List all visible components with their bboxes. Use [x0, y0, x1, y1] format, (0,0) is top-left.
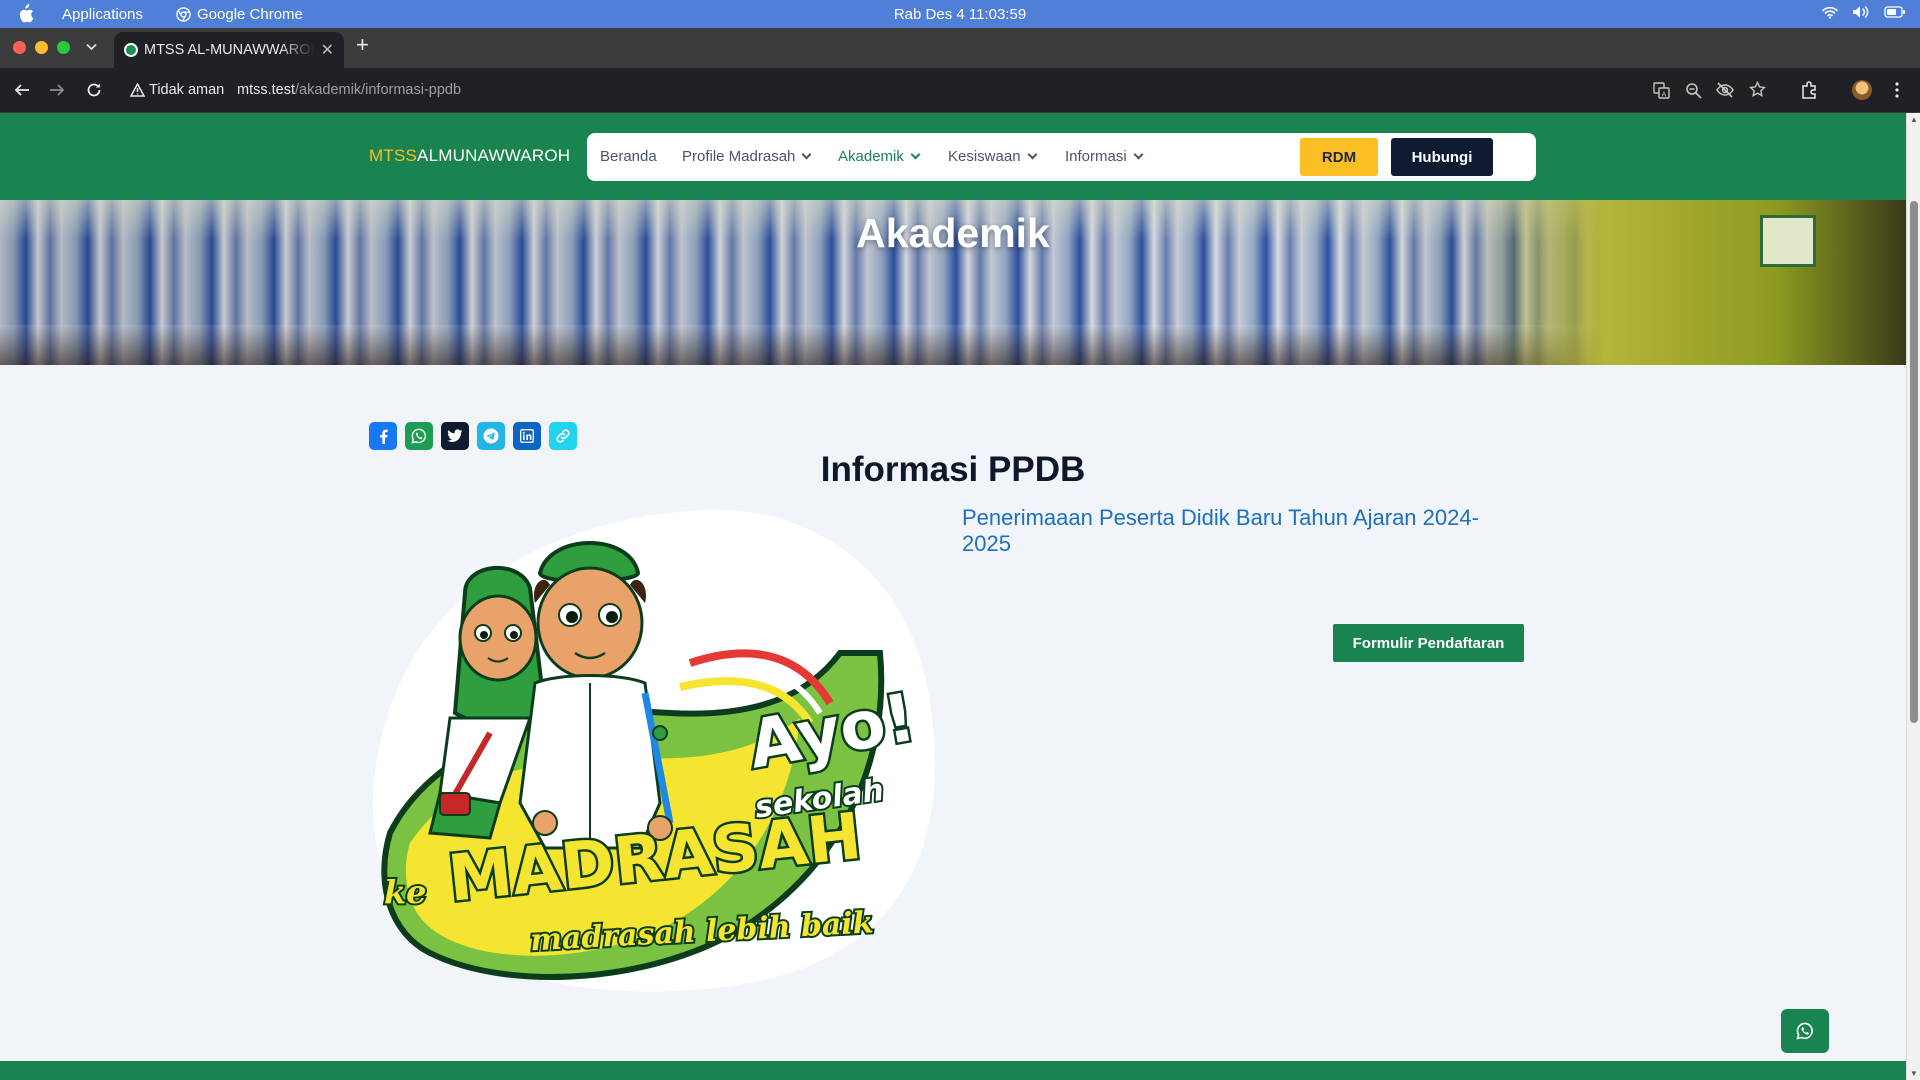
nav-item-beranda[interactable]: Beranda: [600, 148, 657, 165]
reload-icon[interactable]: [86, 82, 102, 98]
twitter-icon: [447, 429, 463, 442]
window-zoom-button[interactable]: [57, 41, 70, 54]
share-telegram-button[interactable]: [477, 422, 505, 450]
brand-part1: MTSS: [369, 146, 418, 165]
menu-google-chrome-label: Google Chrome: [197, 6, 303, 23]
bookmark-star-icon[interactable]: [1749, 81, 1766, 98]
hero-title: Akademik: [856, 210, 1050, 256]
ppdb-subtitle: Penerimaaan Peserta Didik Baru Tahun Aja…: [962, 505, 1479, 556]
linkedin-icon: [520, 429, 534, 443]
volume-icon[interactable]: [1852, 5, 1870, 19]
web-page: MTSSALMUNAWWAROH Beranda Profile Madrasa…: [0, 113, 1906, 1080]
nav-label: Akademik: [838, 148, 904, 165]
chrome-icon: [176, 7, 191, 22]
wifi-icon[interactable]: [1822, 6, 1838, 19]
share-twitter-button[interactable]: [441, 422, 469, 450]
url-path: /akademik/informasi-ppdb: [295, 82, 462, 98]
menu-google-chrome[interactable]: Google Chrome: [176, 6, 303, 23]
nav-label: Informasi: [1065, 148, 1127, 165]
url-host: mtss.test: [237, 82, 296, 98]
nav-label: Beranda: [600, 148, 657, 165]
site-navbar: MTSSALMUNAWWAROH Beranda Profile Madrasa…: [0, 113, 1906, 200]
link-icon: [556, 429, 570, 443]
formulir-pendaftaran-button[interactable]: Formulir Pendaftaran: [1333, 624, 1524, 662]
translate-icon[interactable]: A: [1653, 82, 1670, 99]
warning-icon: [130, 83, 145, 97]
browser-tabstrip: MTSS AL-MUNAWWAROH ✕ +: [0, 28, 1920, 68]
new-tab-button[interactable]: +: [356, 32, 369, 58]
rdm-button[interactable]: RDM: [1300, 138, 1378, 176]
extensions-icon[interactable]: [1800, 81, 1818, 99]
ppdb-illustration: Ayo! sekolah ke MADRASAH madrasah lebih …: [372, 509, 935, 992]
whatsapp-icon: [1796, 1022, 1813, 1040]
scrollbar-thumb[interactable]: [1910, 201, 1918, 723]
chevron-down-icon: [910, 149, 921, 160]
footer-bar: [0, 1061, 1906, 1080]
share-link-button[interactable]: [549, 422, 577, 450]
eye-off-icon[interactable]: [1716, 82, 1734, 98]
apple-icon[interactable]: [16, 4, 34, 24]
chevron-down-icon: [801, 149, 812, 160]
url-text[interactable]: mtss.test/akademik/informasi-ppdb: [237, 82, 461, 98]
brand-part2: ALMUNAWWAROH: [417, 146, 571, 165]
back-icon[interactable]: [14, 82, 30, 98]
security-label: Tidak aman: [149, 82, 225, 98]
browser-toolbar: Tidak aman mtss.test/akademik/informasi-…: [0, 68, 1920, 113]
security-indicator[interactable]: Tidak aman: [130, 82, 224, 98]
tab-search-icon[interactable]: [86, 43, 97, 51]
address-bar[interactable]: Tidak aman mtss.test/akademik/informasi-…: [122, 75, 1642, 106]
chevron-down-icon: [1133, 149, 1144, 160]
floating-whatsapp-button[interactable]: [1781, 1009, 1829, 1053]
menu-applications[interactable]: Applications: [62, 6, 143, 23]
share-whatsapp-button[interactable]: [405, 422, 433, 450]
os-menubar: Applications Google Chrome Rab Des 4 11:…: [0, 0, 1920, 28]
profile-avatar[interactable]: [1852, 80, 1872, 100]
nav-item-informasi[interactable]: Informasi: [1065, 148, 1144, 165]
hero-banner: Akademik: [0, 200, 1906, 365]
site-favicon-icon: [124, 43, 138, 57]
tab-close-icon[interactable]: ✕: [321, 40, 334, 60]
tab-title: MTSS AL-MUNAWWAROH: [144, 42, 314, 58]
illus-text-ke: ke: [384, 873, 427, 911]
site-brand[interactable]: MTSSALMUNAWWAROH: [369, 146, 570, 166]
scroll-up-icon[interactable]: ▲: [1910, 115, 1918, 124]
whatsapp-icon: [411, 428, 427, 444]
window-close-button[interactable]: [13, 41, 26, 54]
window-minimize-button[interactable]: [35, 41, 48, 54]
menubar-status-area: [1822, 5, 1906, 19]
nav-item-kesiswaan[interactable]: Kesiswaan: [948, 148, 1037, 165]
forward-icon[interactable]: [49, 82, 65, 98]
nav-item-profile-madrasah[interactable]: Profile Madrasah: [682, 148, 812, 165]
chevron-down-icon: [1027, 149, 1037, 160]
menu-kebab-icon[interactable]: [1895, 82, 1899, 98]
svg-text:A: A: [1662, 91, 1667, 99]
nav-label: Kesiswaan: [948, 148, 1021, 165]
nav-item-akademik[interactable]: Akademik: [838, 148, 921, 165]
telegram-icon: [483, 428, 499, 444]
page-title: Informasi PPDB: [820, 450, 1086, 489]
facebook-icon: [379, 429, 388, 444]
nav-menu: Beranda Profile Madrasah Akademik Kesisw…: [587, 133, 1536, 181]
nav-label: Profile Madrasah: [682, 148, 796, 165]
zoom-icon[interactable]: [1685, 82, 1702, 99]
page-scrollbar[interactable]: ▲ ▼: [1906, 113, 1920, 1080]
share-linkedin-button[interactable]: [513, 422, 541, 450]
browser-tab-active[interactable]: MTSS AL-MUNAWWAROH ✕: [114, 32, 344, 68]
hubungi-button[interactable]: Hubungi: [1391, 138, 1493, 176]
battery-icon[interactable]: [1884, 6, 1906, 18]
scroll-down-icon[interactable]: ▼: [1910, 1069, 1918, 1078]
share-facebook-button[interactable]: [369, 422, 397, 450]
